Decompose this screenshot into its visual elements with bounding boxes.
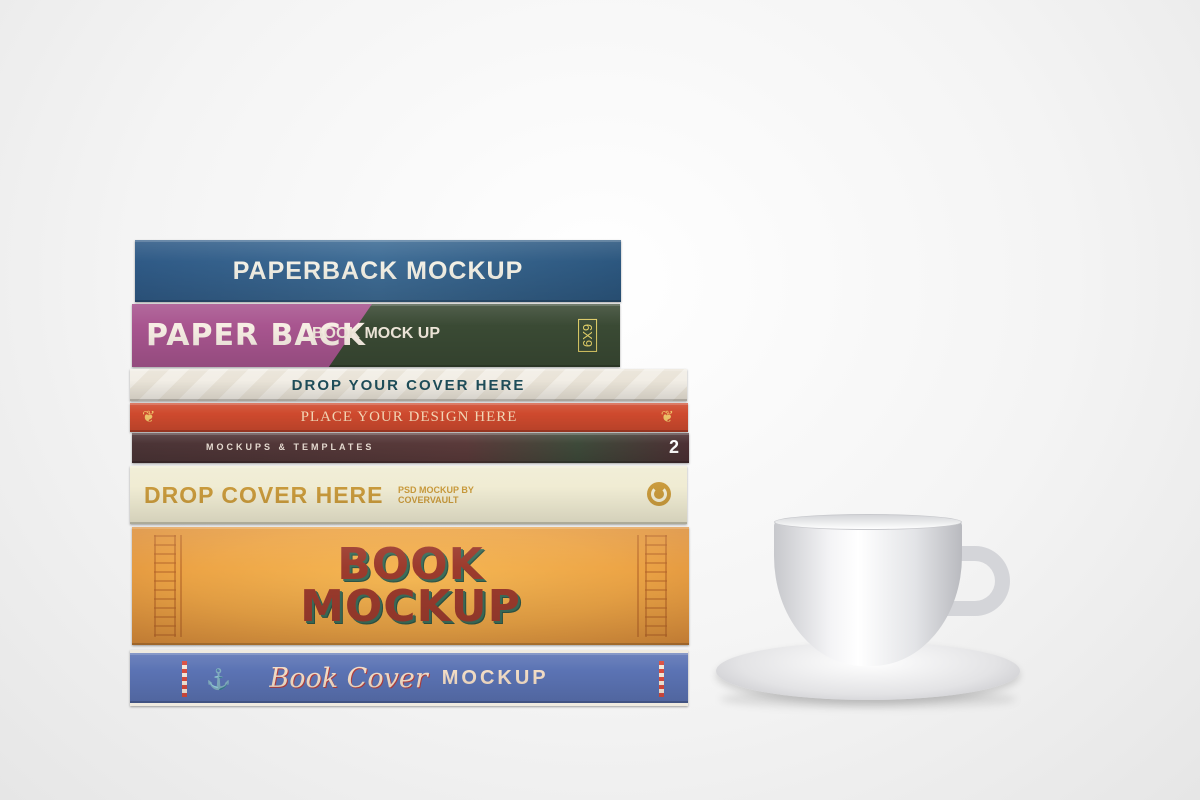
decorative-rail	[180, 535, 184, 637]
ornament-icon: ❦	[660, 409, 674, 426]
book-book-cover-mockup: ⚓ Book Cover MOCKUP	[130, 650, 688, 706]
book-drop-cover-here: DROP COVER HERE PSD MOCKUP BY COVERVAULT	[130, 466, 687, 524]
book-spine-subtitle: BOOK MOCK UP	[312, 325, 440, 342]
book-spine-title: PAPERBACK MOCKUP	[232, 256, 524, 285]
candy-stripe-decoration	[659, 661, 664, 697]
book-spine-title: BOOK MOCKUP	[300, 539, 521, 632]
book-spine-title: MOCKUPS & TEMPLATES	[206, 442, 375, 452]
book-paperback-mockup: PAPERBACK MOCKUP	[135, 240, 621, 302]
decorative-rail	[154, 535, 176, 637]
covervault-logo-icon	[647, 482, 671, 506]
book-spine-title: PLACE YOUR DESIGN HERE	[300, 409, 518, 425]
cup-rim	[774, 514, 962, 530]
title-line-1: BOOK	[337, 539, 484, 590]
book-spine-title: DROP COVER HERE	[144, 482, 384, 508]
book-spine-title: DROP YOUR COVER HERE	[291, 376, 526, 394]
title-line-2: MOCKUP	[300, 581, 521, 632]
book-volume-number: 2	[668, 437, 679, 457]
book-spine-title-caps: MOCKUP	[441, 666, 549, 689]
book-drop-your-cover: DROP YOUR COVER HERE	[130, 369, 687, 401]
book-spine-title-script: Book Cover	[269, 662, 428, 694]
candy-stripe-decoration	[182, 661, 187, 697]
book-paper-back: PAPER BACK BOOK MOCK UP 6X9	[132, 304, 620, 367]
book-size-label: 6X9	[577, 318, 597, 353]
decorative-rail	[637, 535, 641, 637]
book-mockups-templates: MOCKUPS & TEMPLATES 2	[132, 433, 689, 463]
book-spine-subtitle: PSD MOCKUP BY COVERVAULT	[398, 485, 474, 505]
ornament-icon: ❦	[142, 409, 156, 426]
anchor-icon: ⚓	[206, 669, 231, 691]
book-book-mockup: BOOK MOCKUP	[132, 527, 689, 645]
book-place-your-design: ❦ PLACE YOUR DESIGN HERE ❦	[130, 403, 688, 432]
decorative-rail	[645, 535, 667, 637]
